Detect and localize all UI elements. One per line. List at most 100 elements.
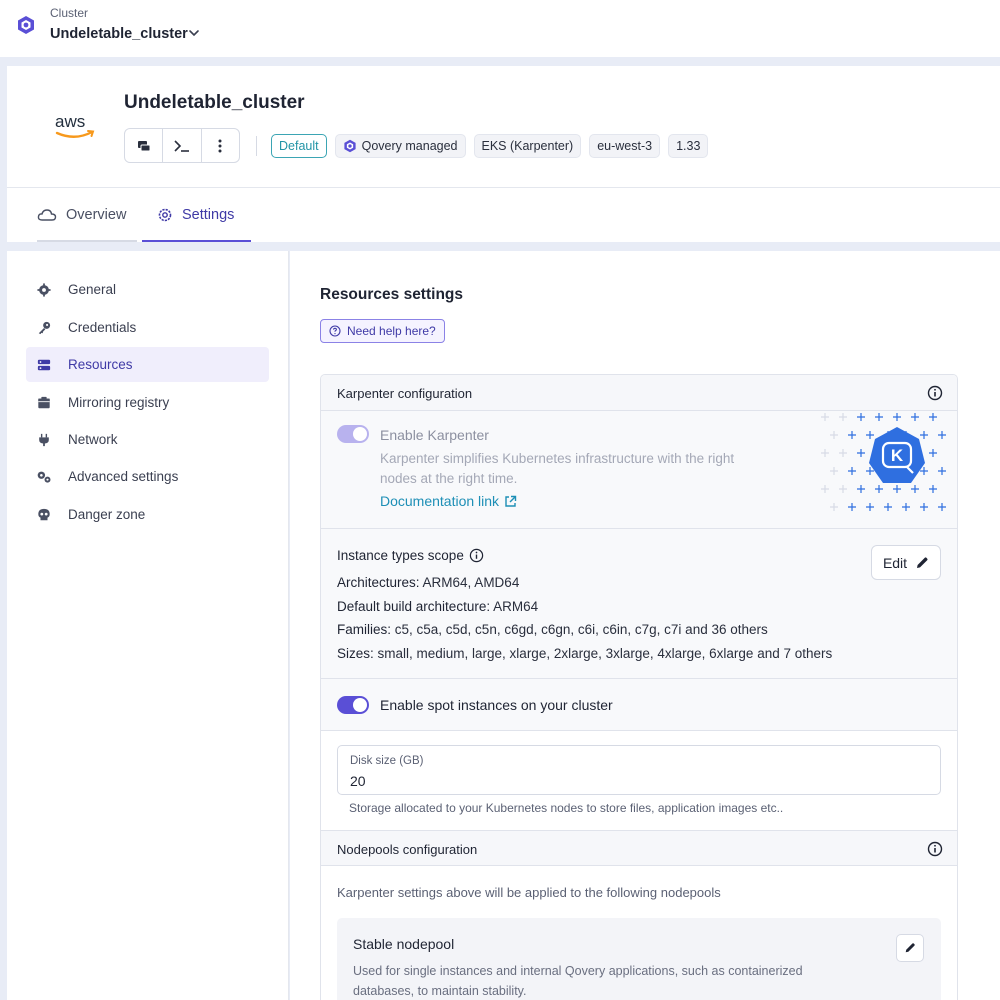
plus-mark (929, 485, 937, 493)
engine-badge: EKS (Karpenter) (473, 134, 582, 158)
terminal-icon (174, 139, 189, 152)
plus-mark (848, 503, 856, 511)
karpenter-header: Karpenter configuration (321, 375, 957, 411)
karpenter-toggle-section: Enable Karpenter Karpenter simplifies Ku… (321, 411, 957, 529)
sidebar-item-danger-zone[interactable]: Danger zone (26, 497, 269, 532)
sizes-key: Sizes: (337, 646, 374, 661)
managed-badge-label: Qovery managed (361, 139, 458, 153)
plus-mark (902, 503, 910, 511)
architectures-value: ARM64, AMD64 (419, 575, 520, 590)
plus-mark (938, 431, 946, 439)
divider (256, 136, 257, 156)
karpenter-panel: Karpenter configuration Enable Karpenter… (320, 374, 958, 1000)
instance-types-scope: Instance types scope Architectures: ARM6… (321, 529, 957, 679)
tab-underline (142, 240, 251, 242)
plus-mark (875, 485, 883, 493)
qovery-logo-icon[interactable] (16, 15, 36, 35)
default-badge: Default (271, 134, 327, 158)
info-icon[interactable] (469, 548, 484, 563)
server-icon (36, 357, 52, 373)
scope-title-label: Instance types scope (337, 548, 464, 563)
toggle-knob (353, 427, 367, 441)
sidebar-item-label: Mirroring registry (68, 395, 170, 410)
gear-icon (36, 282, 52, 298)
plus-mark (893, 485, 901, 493)
plus-mark (938, 467, 946, 475)
default-build-architecture-line: Default build architecture: ARM64 (337, 599, 538, 614)
pencil-icon (905, 943, 915, 953)
external-link-icon (505, 495, 517, 507)
sidebar-item-label: Danger zone (68, 507, 146, 522)
version-badge: 1.33 (668, 134, 709, 158)
sidebar-item-mirroring-registry[interactable]: Mirroring registry (26, 385, 269, 420)
disk-size-value[interactable]: 20 (350, 773, 366, 789)
more-vertical-icon (218, 139, 222, 152)
more-actions-button[interactable] (202, 129, 239, 162)
cluster-selector[interactable]: Undeletable_cluster (50, 26, 188, 42)
plus-mark (920, 431, 928, 439)
logs-button[interactable] (125, 129, 164, 162)
cluster-actions (124, 128, 240, 163)
chevron-down-icon[interactable] (186, 25, 202, 41)
families-key: Families: (337, 622, 392, 637)
main-content: Resources settings Need help here? Karpe… (290, 251, 1000, 1000)
help-button[interactable]: Need help here? (320, 319, 445, 343)
plus-mark (866, 503, 874, 511)
box-icon (36, 395, 52, 411)
tab-underline (37, 240, 137, 242)
plus-mark (839, 413, 847, 421)
sidebar-item-network[interactable]: Network (26, 422, 269, 457)
nodepool-description: Used for single instances and internal Q… (353, 964, 803, 998)
info-icon[interactable] (927, 385, 943, 401)
plus-mark (821, 485, 829, 493)
karpenter-toggle[interactable] (337, 425, 369, 443)
sizes-line: Sizes: small, medium, large, xlarge, 2xl… (337, 646, 832, 661)
tab-overview[interactable]: Overview (37, 188, 137, 242)
disk-size-field[interactable]: Disk size (GB) 20 (337, 745, 941, 795)
plug-icon (36, 432, 52, 448)
sidebar-item-label: Advanced settings (68, 469, 179, 484)
spot-instances-toggle[interactable] (337, 696, 369, 714)
qovery-icon (344, 139, 356, 153)
plus-mark (911, 413, 919, 421)
sidebar-item-resources[interactable]: Resources (26, 347, 269, 382)
gears-icon (36, 469, 52, 485)
edit-scope-button[interactable]: Edit (871, 545, 941, 580)
plus-mark (857, 449, 865, 457)
plus-mark (893, 413, 901, 421)
question-circle-icon (329, 325, 341, 337)
tab-settings[interactable]: Settings (142, 188, 251, 242)
architectures-line: Architectures: ARM64, AMD64 (337, 575, 519, 590)
documentation-link-label: Documentation link (380, 493, 500, 509)
plus-mark (839, 485, 847, 493)
plus-mark (848, 431, 856, 439)
karpenter-logo-icon: K (821, 413, 946, 511)
edit-nodepool-button[interactable] (896, 934, 924, 962)
info-icon[interactable] (927, 841, 943, 857)
disk-size-hint: Storage allocated to your Kubernetes nod… (349, 801, 784, 815)
skull-icon (36, 507, 52, 523)
nodepools-body: Karpenter settings above will be applied… (321, 866, 957, 1000)
sidebar-item-credentials[interactable]: Credentials (26, 310, 269, 345)
tab-settings-label: Settings (182, 207, 235, 223)
plus-mark (920, 503, 928, 511)
karpenter-toggle-label: Enable Karpenter (380, 427, 489, 443)
sidebar-item-label: General (68, 282, 117, 297)
nodepools-note: Karpenter settings above will be applied… (337, 885, 721, 900)
documentation-link[interactable]: Documentation link (380, 493, 517, 509)
nodepools-header: Nodepools configuration (321, 831, 957, 866)
plus-mark (866, 431, 874, 439)
plus-mark (938, 503, 946, 511)
sidebar-item-label: Credentials (68, 320, 137, 335)
terminal-button[interactable] (163, 129, 202, 162)
help-button-label: Need help here? (347, 324, 436, 338)
section-title: Resources settings (320, 286, 463, 303)
nodepool-title: Stable nodepool (353, 936, 455, 952)
plus-mark (911, 485, 919, 493)
region-badge: eu-west-3 (589, 134, 661, 158)
settings-sidebar: General Credentials Resources Mirroring … (7, 251, 289, 1000)
sidebar-item-advanced-settings[interactable]: Advanced settings (26, 459, 269, 494)
sidebar-item-general[interactable]: General (26, 272, 269, 307)
page-title: Undeletable_cluster (124, 92, 305, 113)
disk-size-section: Disk size (GB) 20 Storage allocated to y… (321, 731, 957, 831)
